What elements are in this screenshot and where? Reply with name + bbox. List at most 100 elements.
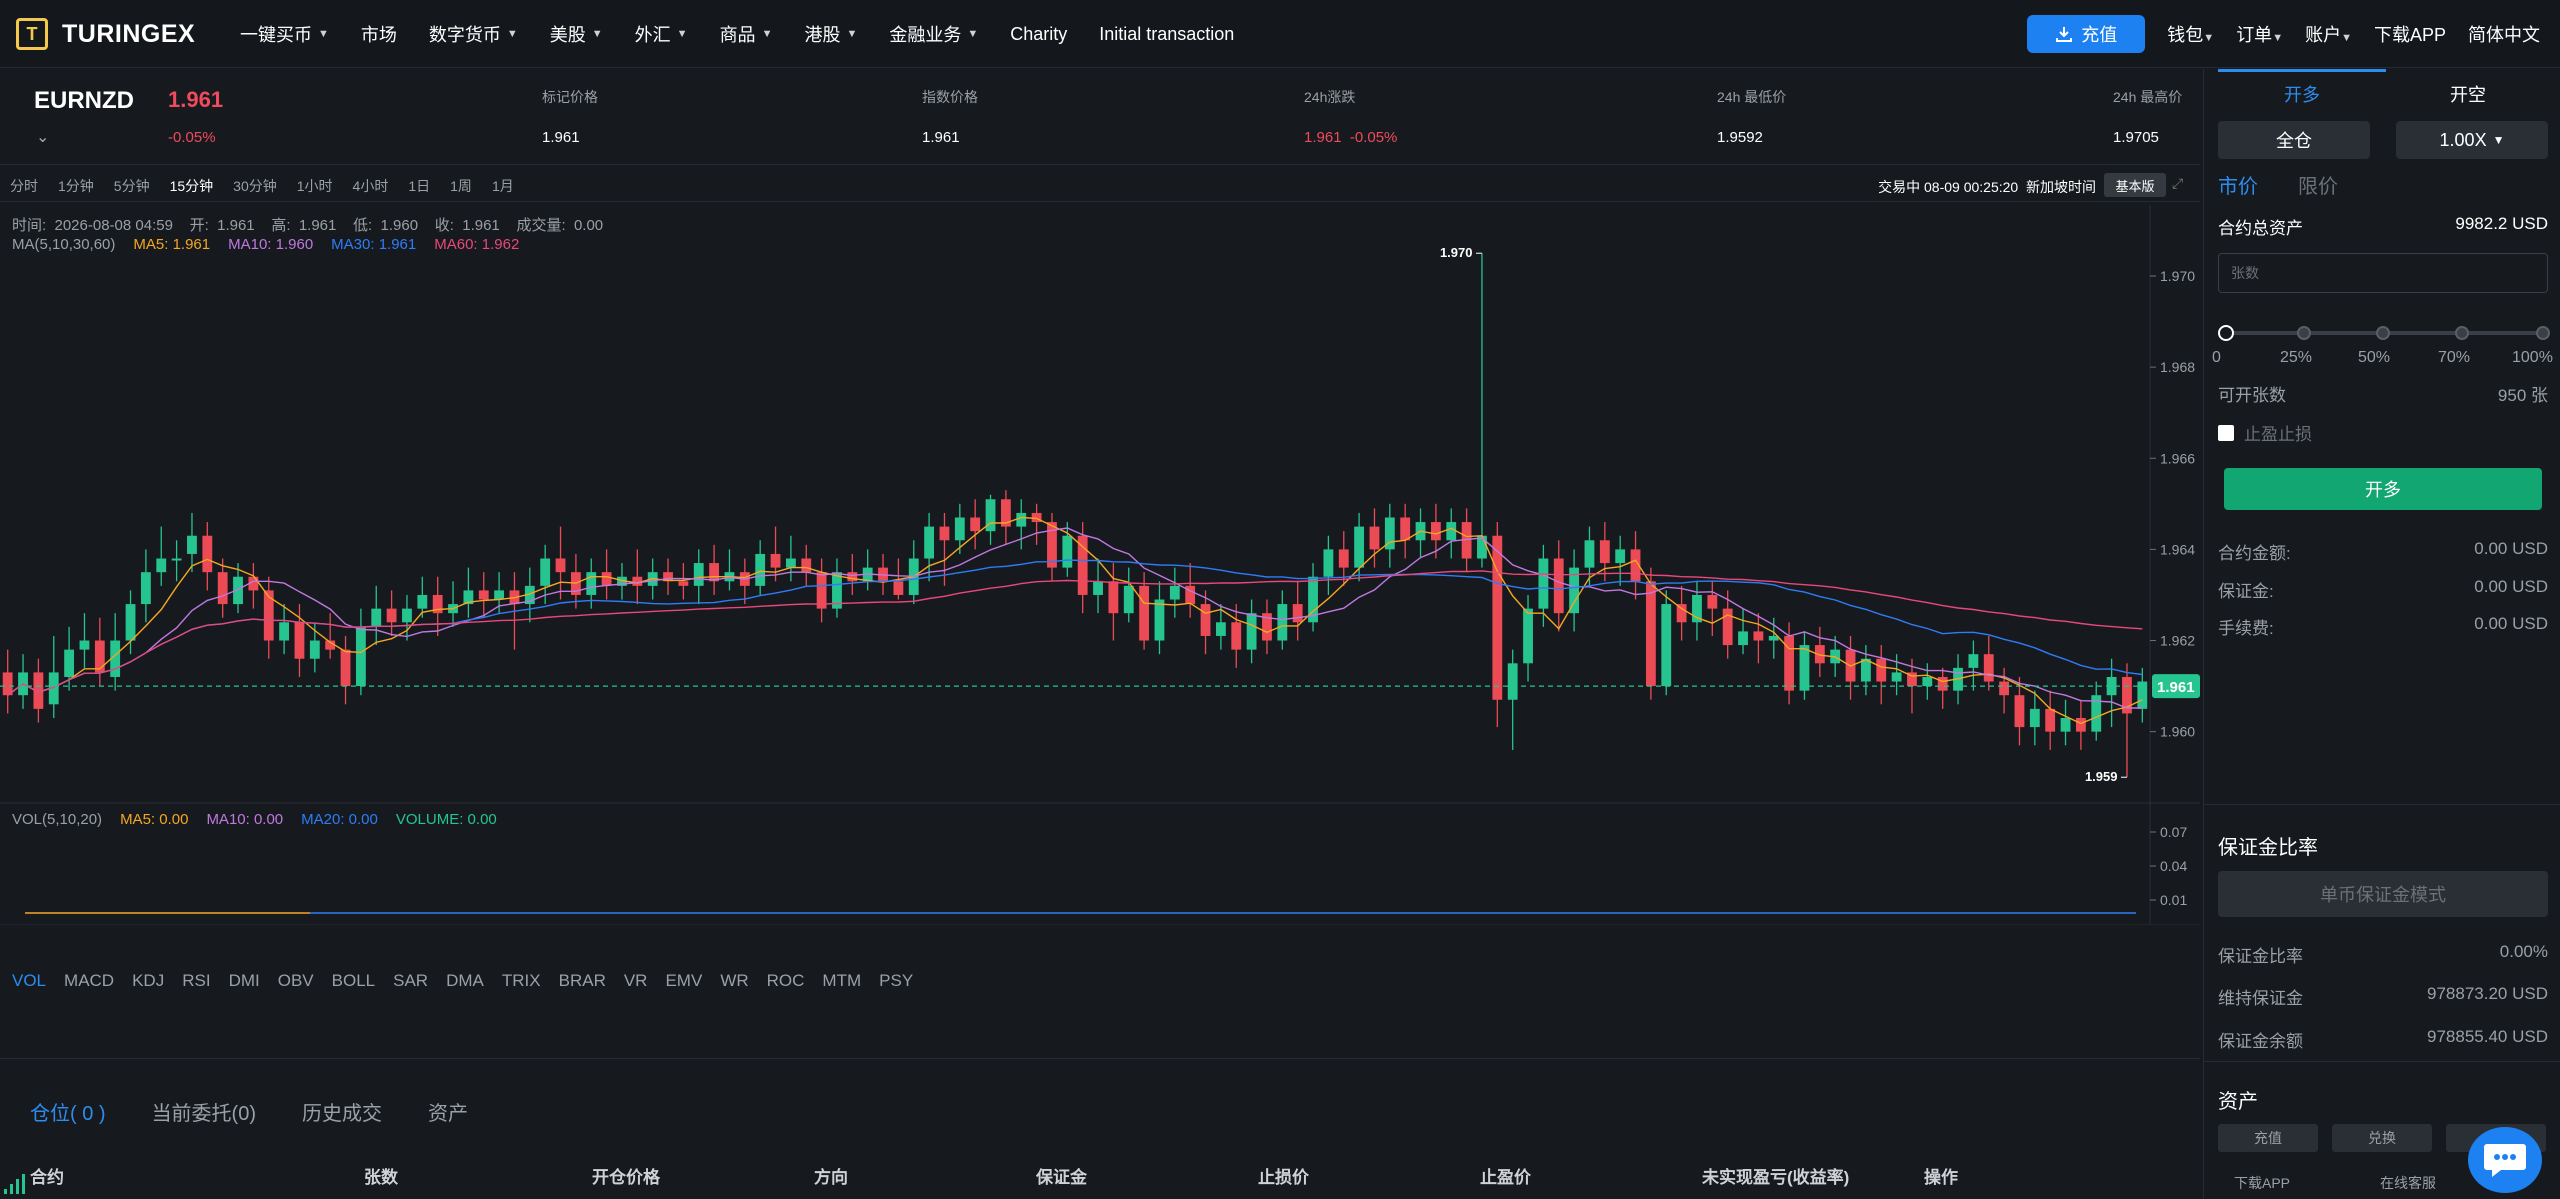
indicator-trix[interactable]: TRIX xyxy=(502,971,541,991)
nav-item-5[interactable]: 商品 ▼ xyxy=(720,21,773,47)
candle-body xyxy=(1369,526,1380,550)
indicator-macd[interactable]: MACD xyxy=(64,971,114,991)
candle-body xyxy=(2075,717,2086,732)
timeframe-5[interactable]: 1小时 xyxy=(297,176,333,196)
positions-panel: 仓位( 0 ) 当前委托(0) 历史成交 资产 合约 张数 开仓价格 方向 保证金 止损价 止盈价… xyxy=(0,1058,2200,1199)
nav-item-label: Charity xyxy=(1010,23,1068,44)
vol-ma10: MA10: 0.00 xyxy=(206,811,284,828)
nav-item-2[interactable]: 数字货币 ▼ xyxy=(429,21,518,47)
language-selector[interactable]: 简体中文 xyxy=(2468,21,2540,47)
account-menu[interactable]: 账户▼ xyxy=(2305,21,2352,47)
chat-button[interactable] xyxy=(2468,1127,2542,1193)
timeframe-8[interactable]: 1周 xyxy=(450,176,472,196)
tab-market[interactable]: 市价 xyxy=(2218,170,2258,199)
nav-item-8[interactable]: Charity xyxy=(1010,24,1067,45)
margin-mode-button[interactable]: 全仓 xyxy=(2218,121,2370,159)
open-long-button[interactable]: 开多 xyxy=(2224,468,2542,510)
indicator-sar[interactable]: SAR xyxy=(393,971,428,991)
orders-menu[interactable]: 订单▼ xyxy=(2236,21,2283,47)
indicator-roc[interactable]: ROC xyxy=(767,971,805,991)
online-support-link[interactable]: 在线客服 xyxy=(2380,1173,2436,1193)
position-slider[interactable] xyxy=(2218,325,2550,341)
tab-open-short[interactable]: 开空 xyxy=(2450,81,2486,107)
price-change: -0.05% xyxy=(168,129,216,146)
asset-exchange-button[interactable]: 兑换 xyxy=(2332,1124,2432,1152)
candle-body xyxy=(1354,526,1365,568)
deposit-button[interactable]: 充值 xyxy=(2027,15,2146,53)
slider-step[interactable] xyxy=(2376,326,2390,340)
slider-step[interactable] xyxy=(2297,326,2311,340)
download-app-link[interactable]: 下载APP xyxy=(2234,1173,2290,1193)
candle-body xyxy=(1016,512,1027,527)
quantity-input[interactable]: 张数 xyxy=(2218,253,2548,293)
basic-mode-button[interactable]: 基本版 xyxy=(2104,173,2166,197)
candle xyxy=(1093,558,1103,614)
candle-body xyxy=(263,590,274,641)
candle xyxy=(816,558,827,623)
single-coin-margin-button[interactable]: 单币保证金模式 xyxy=(2218,871,2548,917)
indicator-boll[interactable]: BOLL xyxy=(332,971,375,991)
leverage-selector[interactable]: 1.00X ▼ xyxy=(2396,121,2548,159)
positions-tab-3[interactable]: 资产 xyxy=(428,1097,468,1126)
column-header-1: 张数 xyxy=(364,1168,398,1187)
candle xyxy=(1262,599,1272,655)
timeframe-0[interactable]: 分时 xyxy=(10,176,38,196)
nav-item-3[interactable]: 美股 ▼ xyxy=(550,21,603,47)
indicator-mtm[interactable]: MTM xyxy=(822,971,861,991)
deposit-label: 充值 xyxy=(2081,25,2118,45)
timeframe-6[interactable]: 4小时 xyxy=(353,176,389,196)
timeframe-2[interactable]: 5分钟 xyxy=(114,176,150,196)
nav-item-7[interactable]: 金融业务 ▼ xyxy=(889,21,978,47)
column-header-7: 未实现盈亏(收益率) xyxy=(1702,1168,1850,1187)
vol-label: VOL(5,10,20) xyxy=(12,811,103,828)
indicator-vr[interactable]: VR xyxy=(624,971,648,991)
download-app-link[interactable]: 下载APP xyxy=(2374,21,2446,47)
indicator-vol[interactable]: VOL xyxy=(12,971,46,991)
candle-body xyxy=(355,626,366,687)
candle-body xyxy=(1599,540,1610,564)
timeframe-3[interactable]: 15分钟 xyxy=(170,176,214,196)
slider-step[interactable] xyxy=(2455,326,2469,340)
slider-step[interactable] xyxy=(2536,326,2550,340)
slider-step[interactable] xyxy=(2218,325,2234,341)
indicator-wr[interactable]: WR xyxy=(720,971,748,991)
indicator-emv[interactable]: EMV xyxy=(665,971,702,991)
candle-body xyxy=(1876,658,1887,682)
nav-item-6[interactable]: 港股 ▼ xyxy=(804,21,857,47)
wallet-menu[interactable]: 钱包▼ xyxy=(2167,21,2214,47)
indicator-brar[interactable]: BRAR xyxy=(559,971,606,991)
chevron-down-icon[interactable]: ⌄ xyxy=(36,127,49,147)
current-price-label: 1.961 xyxy=(2157,679,2195,696)
tpsl-checkbox[interactable]: 止盈止损 xyxy=(2218,420,2312,445)
nav-item-4[interactable]: 外汇 ▼ xyxy=(635,21,688,47)
asset-deposit-button[interactable]: 充值 xyxy=(2218,1124,2318,1152)
column-header-0: 合约 xyxy=(30,1168,64,1187)
nav-item-1[interactable]: 市场 xyxy=(361,21,397,47)
nav-item-9[interactable]: Initial transaction xyxy=(1099,24,1234,45)
fullscreen-icon[interactable]: ⤢ xyxy=(2172,175,2192,195)
high-24h-value: 1.9705 xyxy=(2113,129,2159,146)
timeframe-1[interactable]: 1分钟 xyxy=(58,176,94,196)
indicator-rsi[interactable]: RSI xyxy=(182,971,210,991)
nav-item-0[interactable]: 一键买币 ▼ xyxy=(240,21,329,47)
candle-body xyxy=(1645,581,1656,687)
tab-limit[interactable]: 限价 xyxy=(2298,170,2338,199)
positions-tab-0[interactable]: 仓位( 0 ) xyxy=(30,1097,106,1126)
timeframe-9[interactable]: 1月 xyxy=(492,176,514,196)
user-nav: 充值 钱包▼ 订单▼ 账户▼ 下载APP 简体中文 xyxy=(2027,14,2540,54)
candle xyxy=(463,567,474,618)
timeframe-4[interactable]: 30分钟 xyxy=(233,176,277,196)
timeframe-7[interactable]: 1日 xyxy=(408,176,430,196)
brand[interactable]: T TURINGEX xyxy=(16,16,195,52)
symbol-name[interactable]: EURNZD xyxy=(34,87,134,115)
indicator-dma[interactable]: DMA xyxy=(446,971,484,991)
tab-open-long[interactable]: 开多 xyxy=(2284,81,2320,107)
indicator-psy[interactable]: PSY xyxy=(879,971,913,991)
top-navbar: T TURINGEX 一键买币 ▼ 市场 数字货币 ▼ 美股 ▼ 外汇 ▼ 商品 ▼ 港股 ▼ 金融业务 ▼… xyxy=(0,0,2560,68)
positions-tab-1[interactable]: 当前委托(0) xyxy=(152,1097,256,1126)
candle-body xyxy=(1738,631,1748,646)
indicator-obv[interactable]: OBV xyxy=(278,971,314,991)
indicator-kdj[interactable]: KDJ xyxy=(132,971,164,991)
positions-tab-2[interactable]: 历史成交 xyxy=(302,1097,382,1126)
indicator-dmi[interactable]: DMI xyxy=(229,971,260,991)
